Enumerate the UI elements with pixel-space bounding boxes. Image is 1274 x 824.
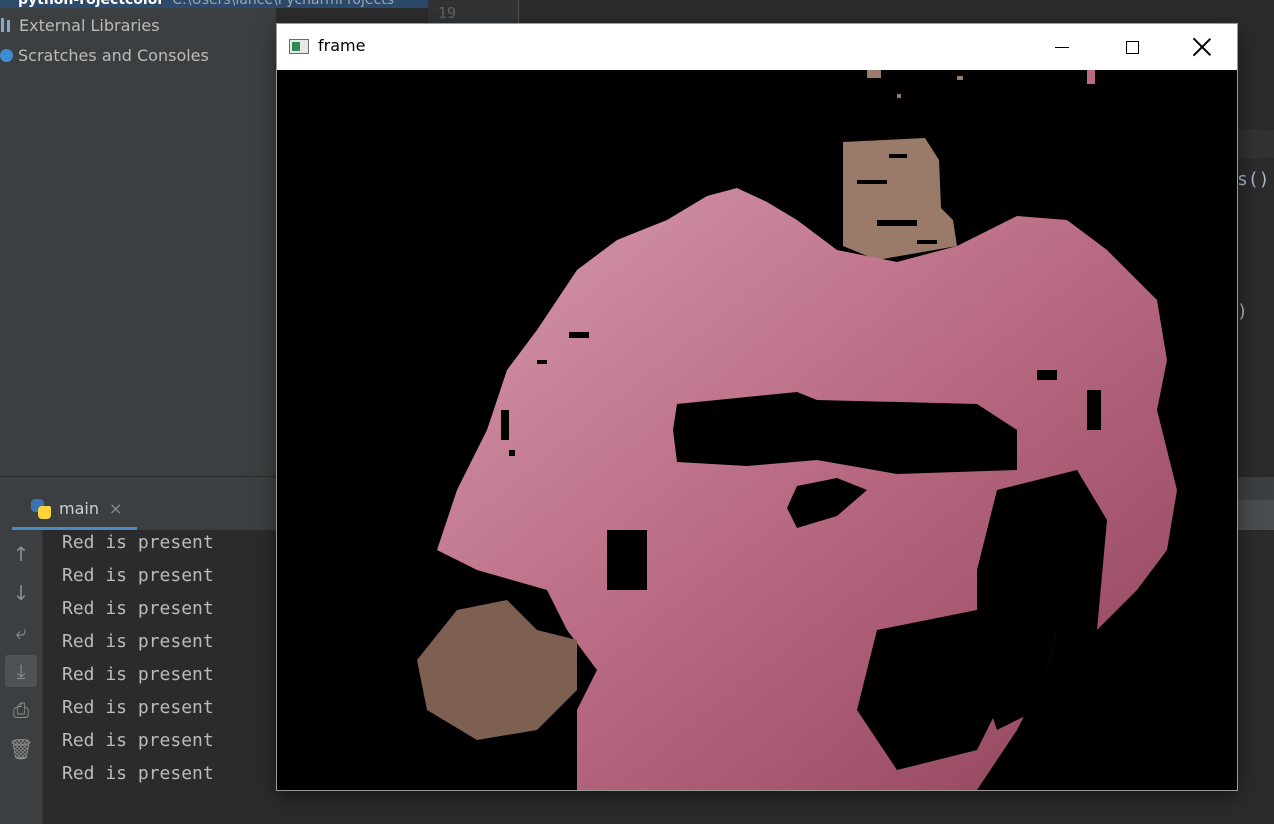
code-fragment[interactable]: s() [1237, 169, 1270, 190]
console-line: Red is present [62, 697, 214, 718]
down-arrow-icon[interactable]: ↓ [5, 577, 37, 609]
code-fragment[interactable]: ) [1237, 301, 1248, 322]
minimize-icon [1055, 46, 1069, 48]
up-arrow-icon[interactable]: ↑ [5, 538, 37, 570]
editor-highlight-band [1236, 130, 1274, 158]
line-number: 19 [438, 4, 457, 22]
tab-main[interactable]: main × [12, 490, 137, 530]
console-line: Red is present [62, 598, 214, 619]
console-line: Red is present [62, 532, 214, 553]
maximize-button[interactable] [1097, 24, 1167, 70]
console-line: Red is present [62, 565, 214, 586]
tree-item-label: Scratches and Consoles [18, 45, 209, 65]
project-panel: python-rojectcolor C:\Users\lance\Pycharm… [0, 0, 428, 476]
window-app-icon [289, 39, 309, 54]
close-icon [1193, 38, 1211, 56]
run-toolbar: ↑ ↓ ⤶ ⤓ ⎙ 🗑 [0, 530, 43, 824]
tree-item-external-libraries[interactable]: External Libraries [0, 14, 160, 36]
frame-window[interactable]: frame [277, 24, 1237, 790]
scroll-to-end-icon[interactable]: ⤓ [5, 655, 37, 687]
run-tab-label: main [59, 499, 99, 518]
console-line: Red is present [62, 631, 214, 652]
run-header-right-area [1236, 500, 1274, 530]
project-root-path: C:\Users\lance\PycharmProjects [172, 0, 394, 8]
project-root-label: python-rojectcolor [18, 0, 165, 8]
tree-item-scratches[interactable]: Scratches and Consoles [0, 44, 209, 66]
project-root-item[interactable]: python-rojectcolor C:\Users\lance\Pycharm… [0, 0, 428, 8]
console-line: Red is present [62, 763, 214, 784]
frame-titlebar[interactable]: frame [277, 24, 1237, 70]
window-title: frame [318, 36, 366, 55]
editor-gutter: 19 [428, 0, 519, 24]
editor-area[interactable] [1236, 0, 1274, 476]
tree-item-label: External Libraries [19, 15, 160, 35]
tab-close-icon[interactable]: × [109, 499, 122, 518]
console-line: Red is present [62, 730, 214, 751]
soft-wrap-icon[interactable]: ⤶ [5, 616, 37, 648]
python-icon [30, 498, 52, 520]
minimize-button[interactable] [1027, 24, 1097, 70]
library-icon [0, 17, 14, 33]
masked-camera-image [277, 70, 1237, 790]
console-line: Red is present [62, 664, 214, 685]
camera-frame-image [277, 70, 1237, 790]
close-button[interactable] [1167, 24, 1237, 70]
scratches-icon [0, 48, 13, 62]
print-icon[interactable]: ⎙ [5, 694, 37, 726]
trash-icon[interactable]: 🗑 [5, 733, 37, 765]
maximize-icon [1125, 40, 1139, 54]
